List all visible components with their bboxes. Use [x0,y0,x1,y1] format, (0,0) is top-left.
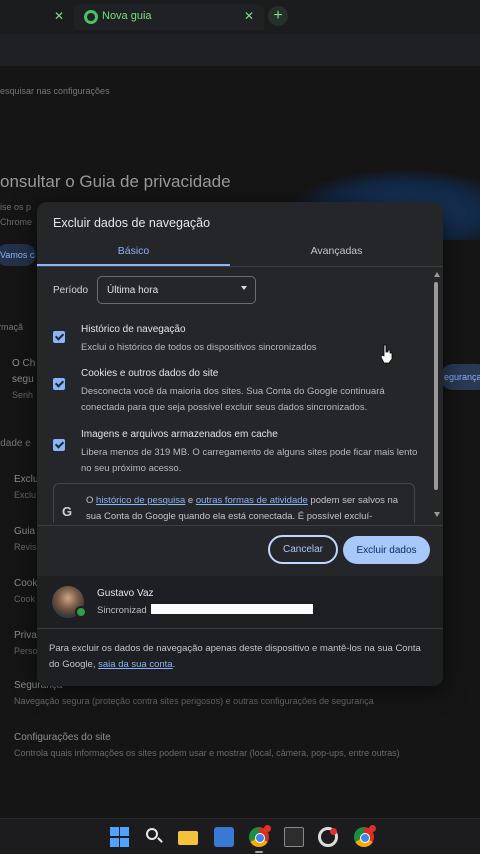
info-text-prefix: O [86,495,97,506]
bg-row-title[interactable]: Exclu [14,474,38,485]
search-icon[interactable] [144,827,164,847]
section-label-info: rmaçã [0,322,24,332]
privacy-guide-subtitle: ise os p [0,202,32,212]
option-title: Histórico de navegação [81,324,186,335]
option-cookies[interactable]: Cookies e outros dados do site Desconect… [53,368,423,418]
google-activity-info: G O histórico de pesquisa e outras forma… [53,483,415,523]
settings-search-placeholder[interactable]: esquisar nas configurações [0,86,110,96]
store-icon[interactable] [214,827,234,847]
option-cache[interactable]: Imagens e arquivos armazenados em cache … [53,429,423,479]
option-desc: Desconecta você da maioria dos sites. Su… [81,386,385,413]
search-history-link[interactable]: histórico de pesquisa [96,495,185,506]
bg-row-title[interactable]: Priva [14,630,37,641]
privacy-guide-title: onsultar o Guia de privacidade [0,172,231,191]
bg-row-desc: Revis [14,542,37,552]
file-explorer-icon[interactable] [178,831,198,845]
info-text: O histórico de pesquisa e outras formas … [86,493,410,523]
footer-divider [37,525,443,526]
chrome-favicon-icon [84,10,98,24]
sync-icon [75,606,87,618]
hand-cursor-icon [380,344,393,364]
google-icon: G [62,504,73,519]
option-title: Cookies e outros dados do site [81,368,219,379]
privacy-guide-subtitle-2: Chrome [0,217,33,227]
scroll-up-arrow-icon[interactable] [434,272,440,277]
sign-out-note: Para excluir os dados de navegação apena… [49,641,433,673]
option-browsing-history[interactable]: Histórico de navegação Exclui o históric… [53,324,423,358]
checkbox-cache[interactable] [53,439,65,451]
sign-out-note-end: . [172,659,176,670]
other-activity-link[interactable]: outras formas de atividade [196,495,308,506]
bg-row-desc: Perso [14,646,38,656]
bg-row-title[interactable]: Cook [14,578,37,589]
option-desc: Exclui o histórico de todos os dispositi… [81,342,317,353]
safety-item-sub: segu [12,374,34,385]
bg-row-desc: Cook [14,594,36,604]
redacted-email-bar [151,604,313,614]
period-dropdown[interactable]: Última hora [97,276,256,304]
dropdown-caret-icon [241,286,247,290]
windows-start-icon[interactable] [110,827,130,847]
account-name: Gustavo Vaz [97,588,154,599]
taskbar [0,818,480,854]
chrome-icon[interactable] [249,825,271,847]
chrome-icon[interactable] [354,825,376,847]
bg-row-desc: Exclu [14,490,37,500]
tab-advanced[interactable]: Avançadas [240,240,433,266]
cancel-button[interactable]: Cancelar [268,535,338,564]
security-row-desc: Navegação segura (proteção contra sites … [14,696,374,706]
safety-check-button[interactable]: egurança [440,364,480,390]
site-settings-row-title[interactable]: Configurações do site [14,732,111,743]
clear-browsing-data-dialog: Excluir dados de navegação Básico Avança… [37,202,443,686]
site-settings-row-desc: Controla quais informações os sites pode… [14,748,400,758]
scrollbar-thumb[interactable] [434,282,438,490]
option-title: Imagens e arquivos armazenados em cache [81,429,278,440]
checkbox-cookies[interactable] [53,378,65,390]
browser-tab-strip: ✕ Nova guia ✕ + [0,0,480,34]
account-divider [37,628,443,629]
bg-row-title[interactable]: Guia [14,526,35,537]
safety-item-desc: Senh [12,390,34,400]
active-app-indicator [255,851,263,853]
tab-basic[interactable]: Básico [37,240,230,266]
period-label: Período [53,285,89,296]
terminal-icon[interactable] [284,827,304,847]
tab-close-icon[interactable]: ✕ [244,9,254,23]
new-tab-button[interactable]: + [268,6,288,26]
period-selected-value: Última hora [107,285,159,296]
safety-item-title: O Ch [12,358,36,369]
browser-toolbar [0,34,480,66]
account-section: Gustavo Vaz Sincronizad Para excluir os … [37,576,443,686]
sync-status: Sincronizad [97,605,147,616]
sign-out-link[interactable]: saia da sua conta [98,659,172,670]
dialog-title: Excluir dados de navegação [53,216,211,230]
section-label-privacy: idade e [0,438,31,449]
previous-tab-close-icon[interactable]: ✕ [54,9,64,23]
option-desc: Libera menos de 319 MB. O carregamento d… [81,447,418,474]
tab-nova-guia[interactable]: Nova guia ✕ [74,4,264,30]
scroll-down-arrow-icon[interactable] [434,512,440,517]
obs-icon[interactable] [318,827,338,847]
clear-data-button[interactable]: Excluir dados [343,536,430,564]
privacy-guide-button[interactable]: Vamos c [0,244,36,266]
tab-title: Nova guia [102,10,152,22]
checkbox-browsing-history[interactable] [53,331,65,343]
dialog-scroll-content[interactable]: Período Última hora Histórico de navegaç… [37,267,443,523]
info-text-middle: e [185,495,196,506]
